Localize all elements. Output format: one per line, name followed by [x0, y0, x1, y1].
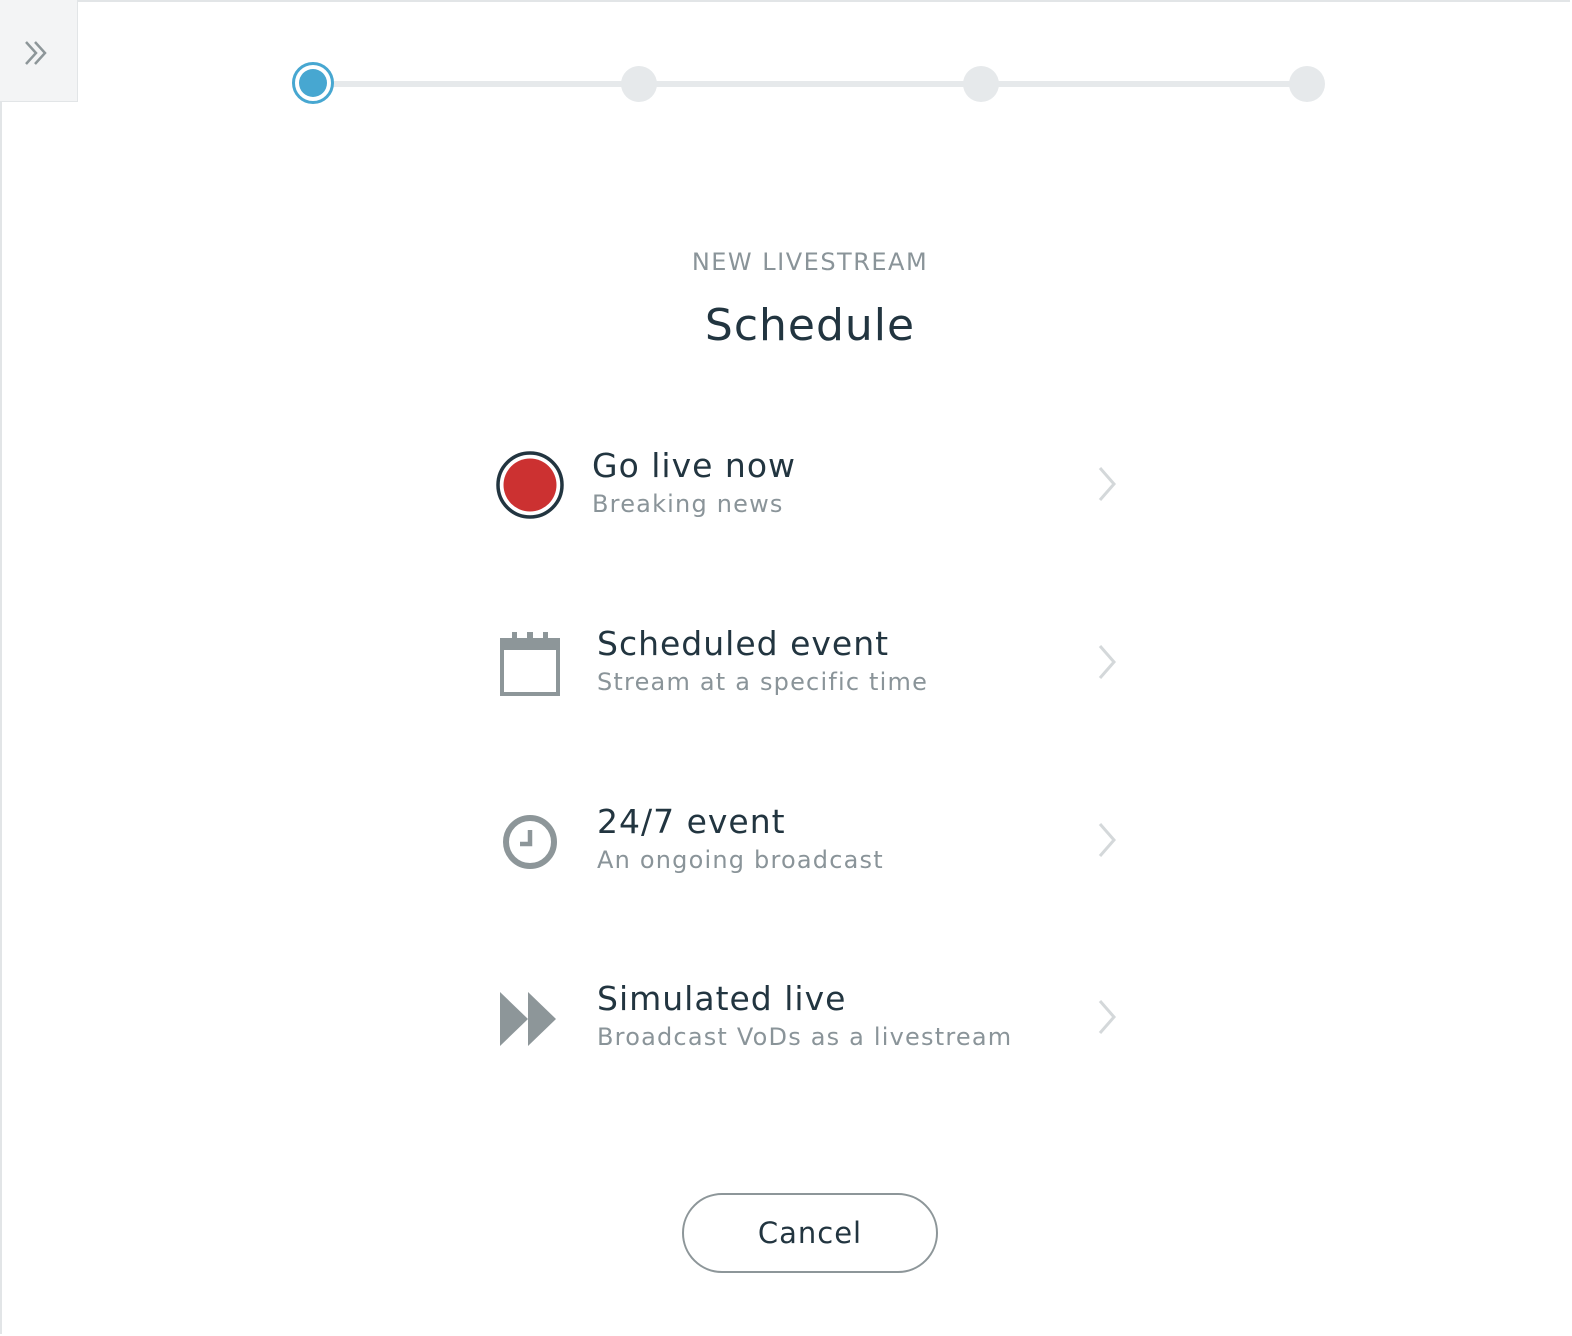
chevron-right-icon: [1098, 1000, 1116, 1034]
cancel-button[interactable]: Cancel: [682, 1193, 938, 1273]
step-2-dot: [621, 66, 657, 102]
page-title: Schedule: [704, 300, 916, 351]
stepper-track: [313, 81, 1307, 87]
clock-icon: [503, 815, 557, 869]
step-4-dot: [1289, 66, 1325, 102]
option-subtitle: Stream at a specific time: [597, 668, 929, 696]
calendar-icon: [500, 632, 560, 696]
chevron-right-icon: [1098, 823, 1116, 857]
fast-forward-icon: [500, 992, 556, 1046]
option-subtitle: An ongoing broadcast: [597, 846, 884, 874]
option-simulated-live[interactable]: Simulated live Broadcast VoDs as a lives…: [490, 979, 1130, 1099]
step-3-dot: [963, 66, 999, 102]
chevron-right-icon: [1098, 467, 1116, 501]
option-scheduled-event[interactable]: Scheduled event Stream at a specific tim…: [490, 624, 1130, 744]
option-24-7-event[interactable]: 24/7 event An ongoing broadcast: [490, 802, 1130, 922]
option-subtitle: Broadcast VoDs as a livestream: [597, 1023, 1013, 1051]
page-eyebrow: NEW LIVESTREAM: [691, 248, 929, 276]
progress-stepper: [0, 0, 1572, 130]
chevron-right-icon: [1098, 645, 1116, 679]
option-label: Scheduled event: [597, 624, 890, 663]
option-go-live-now[interactable]: Go live now Breaking news: [490, 446, 1130, 566]
option-subtitle: Breaking news: [592, 490, 784, 518]
record-icon: [496, 451, 564, 519]
option-label: 24/7 event: [597, 802, 786, 841]
option-label: Simulated live: [597, 979, 847, 1018]
step-1-dot: [292, 62, 334, 104]
option-label: Go live now: [592, 446, 797, 485]
